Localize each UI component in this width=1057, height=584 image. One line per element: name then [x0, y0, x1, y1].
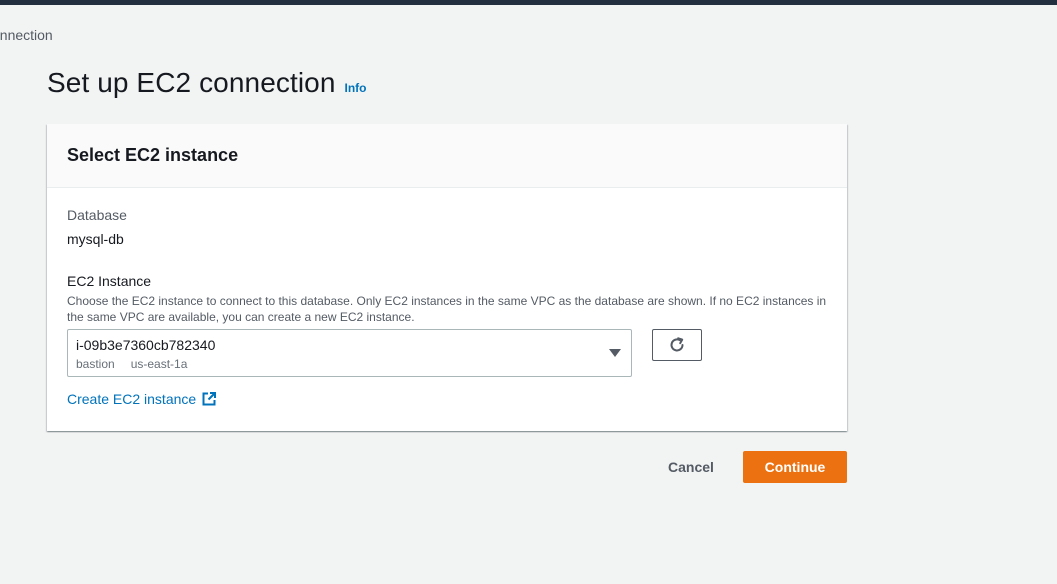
- database-value: mysql-db: [67, 231, 124, 247]
- breadcrumb[interactable]: onnection: [0, 27, 53, 43]
- ec2-instance-label: EC2 Instance: [67, 273, 152, 289]
- create-ec2-instance-link[interactable]: Create EC2 instance: [67, 391, 217, 407]
- ec2-instance-select[interactable]: i-09b3e7360cb782340 bastion us-east-1a: [67, 329, 632, 377]
- selected-instance-id: i-09b3e7360cb782340: [76, 337, 216, 353]
- create-ec2-instance-label: Create EC2 instance: [67, 391, 197, 407]
- selected-instance-tags: bastion us-east-1a: [76, 357, 623, 371]
- page-title: Set up EC2 connection: [47, 67, 336, 98]
- database-label: Database: [67, 207, 127, 223]
- refresh-icon: [668, 336, 686, 354]
- external-link-icon: [202, 392, 217, 406]
- breadcrumb-current: onnection: [0, 27, 53, 43]
- continue-button[interactable]: Continue: [743, 451, 847, 483]
- page-header: Set up EC2 connection Info: [47, 67, 367, 99]
- panel-title: Select EC2 instance: [67, 145, 239, 165]
- panel-header: Select EC2 instance: [47, 124, 847, 188]
- refresh-button[interactable]: [652, 329, 702, 361]
- cancel-button[interactable]: Cancel: [655, 451, 727, 483]
- ec2-instance-description: Choose the EC2 instance to connect to th…: [67, 294, 827, 324]
- select-ec2-instance-panel: Select EC2 instance Database mysql-db EC…: [47, 124, 847, 431]
- top-navigation-bar: [0, 0, 1057, 5]
- caret-down-icon: [609, 349, 621, 357]
- info-link[interactable]: Info: [345, 81, 367, 95]
- instance-tag-name: bastion: [76, 357, 115, 371]
- instance-tag-zone: us-east-1a: [130, 357, 188, 371]
